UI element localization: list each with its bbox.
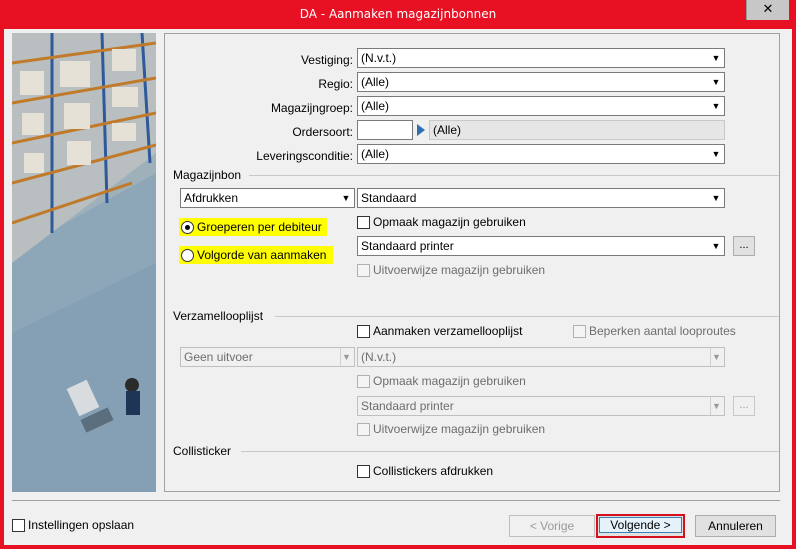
verzamellooplijst-section-title: Verzamellooplijst — [173, 309, 264, 323]
beperken-looproutes-label: Beperken aantal looproutes — [589, 324, 736, 338]
collisticker-section-title: Collisticker — [173, 444, 232, 458]
ordersoort-label: Ordersoort: — [292, 125, 353, 139]
chevron-down-icon: ▼ — [711, 193, 721, 203]
magazijnbon-output-select[interactable]: Afdrukken ▼ — [180, 188, 355, 208]
opmaak-magazijn-label[interactable]: Opmaak magazijn gebruiken — [373, 215, 526, 229]
footer-separator — [12, 500, 780, 501]
verzamellooplijst-opmaak-checkbox[interactable] — [357, 375, 370, 388]
regio-select[interactable]: (Alle) ▼ — [357, 72, 725, 92]
title-bar: DA - Aanmaken magazijnbonnen ✕ — [0, 0, 796, 29]
magazijnbon-layout-select[interactable]: Standaard ▼ — [357, 188, 725, 208]
vestiging-value: (N.v.t.) — [361, 51, 397, 65]
aanmaken-verzamellooplijst-label[interactable]: Aanmaken verzamellooplijst — [373, 324, 522, 338]
verzamellooplijst-layout-value: (N.v.t.) — [361, 350, 397, 364]
verzamellooplijst-uitvoerwijze-label: Uitvoerwijze magazijn gebruiken — [373, 422, 546, 436]
magazijnbon-printer-browse-button[interactable]: ... — [733, 236, 755, 256]
magazijnbon-printer-select[interactable]: Standaard printer ▼ — [357, 236, 725, 256]
verzamellooplijst-printer-browse-button[interactable]: ... — [733, 396, 755, 416]
magazijngroep-value: (Alle) — [361, 99, 390, 113]
lookup-arrow-icon[interactable] — [416, 124, 426, 136]
volgorde-radio[interactable] — [181, 249, 194, 262]
regio-label: Regio: — [318, 77, 353, 91]
collistickers-afdrukken-label[interactable]: Collistickers afdrukken — [373, 464, 493, 478]
previous-button[interactable]: < Vorige — [509, 515, 595, 537]
verzamellooplijst-layout-select[interactable]: (N.v.t.) ▼ — [357, 347, 725, 367]
magazijngroep-label: Magazijngroep: — [270, 101, 353, 115]
vestiging-label: Vestiging: — [300, 53, 353, 67]
verzamellooplijst-output-value: Geen uitvoer — [184, 350, 253, 364]
magazijnbon-layout-value: Standaard — [361, 191, 417, 205]
close-button[interactable]: ✕ — [746, 0, 789, 20]
chevron-down-icon: ▼ — [711, 77, 721, 87]
verzamellooplijst-uitvoerwijze-checkbox[interactable] — [357, 423, 370, 436]
next-button[interactable]: Volgende > — [596, 514, 685, 538]
chevron-down-icon: ▼ — [711, 241, 721, 251]
chevron-down-icon: ▼ — [710, 397, 722, 415]
groeperen-label[interactable]: Groeperen per debiteur — [197, 220, 322, 234]
close-icon: ✕ — [762, 2, 774, 17]
volgorde-label[interactable]: Volgorde van aanmaken — [197, 248, 326, 262]
section-divider — [241, 451, 779, 452]
ordersoort-code-input[interactable] — [357, 120, 413, 140]
uitvoerwijze-magazijn-label: Uitvoerwijze magazijn gebruiken — [373, 263, 546, 277]
chevron-down-icon: ▼ — [341, 193, 351, 203]
save-settings-label[interactable]: Instellingen opslaan — [28, 518, 134, 532]
save-settings-checkbox[interactable] — [12, 519, 25, 532]
chevron-down-icon: ▼ — [340, 348, 352, 366]
cancel-button[interactable]: Annuleren — [695, 515, 776, 537]
regio-value: (Alle) — [361, 75, 390, 89]
verzamellooplijst-printer-value: Standaard printer — [361, 399, 454, 413]
magazijngroep-select[interactable]: (Alle) ▼ — [357, 96, 725, 116]
section-divider — [249, 175, 779, 176]
leveringsconditie-select[interactable]: (Alle) ▼ — [357, 144, 725, 164]
options-panel: Vestiging: (N.v.t.) ▼ Regio: (Alle) ▼ Ma… — [164, 33, 780, 492]
verzamellooplijst-printer-select[interactable]: Standaard printer ▼ — [357, 396, 725, 416]
chevron-down-icon: ▼ — [711, 53, 721, 63]
dialog-body: Vestiging: (N.v.t.) ▼ Regio: (Alle) ▼ Ma… — [4, 29, 792, 545]
chevron-down-icon: ▼ — [710, 348, 722, 366]
opmaak-magazijn-checkbox[interactable] — [357, 216, 370, 229]
magazijnbon-output-value: Afdrukken — [184, 191, 239, 205]
magazijnbon-printer-value: Standaard printer — [361, 239, 454, 253]
chevron-down-icon: ▼ — [711, 149, 721, 159]
section-divider — [275, 316, 779, 317]
aanmaken-verzamellooplijst-checkbox[interactable] — [357, 325, 370, 338]
vestiging-select[interactable]: (N.v.t.) ▼ — [357, 48, 725, 68]
next-button-label: Volgende > — [599, 517, 682, 533]
ordersoort-description: (Alle) — [429, 120, 725, 140]
chevron-down-icon: ▼ — [711, 101, 721, 111]
groeperen-radio[interactable] — [181, 221, 194, 234]
verzamellooplijst-output-select[interactable]: Geen uitvoer ▼ — [180, 347, 355, 367]
window-title: DA - Aanmaken magazijnbonnen — [299, 7, 497, 21]
collistickers-afdrukken-checkbox[interactable] — [357, 465, 370, 478]
verzamellooplijst-opmaak-label: Opmaak magazijn gebruiken — [373, 374, 526, 388]
leveringsconditie-label: Leveringsconditie: — [256, 149, 353, 163]
magazijnbon-section-title: Magazijnbon — [173, 168, 242, 182]
warehouse-image — [12, 33, 156, 492]
leveringsconditie-value: (Alle) — [361, 147, 390, 161]
beperken-looproutes-checkbox[interactable] — [573, 325, 586, 338]
uitvoerwijze-magazijn-checkbox[interactable] — [357, 264, 370, 277]
